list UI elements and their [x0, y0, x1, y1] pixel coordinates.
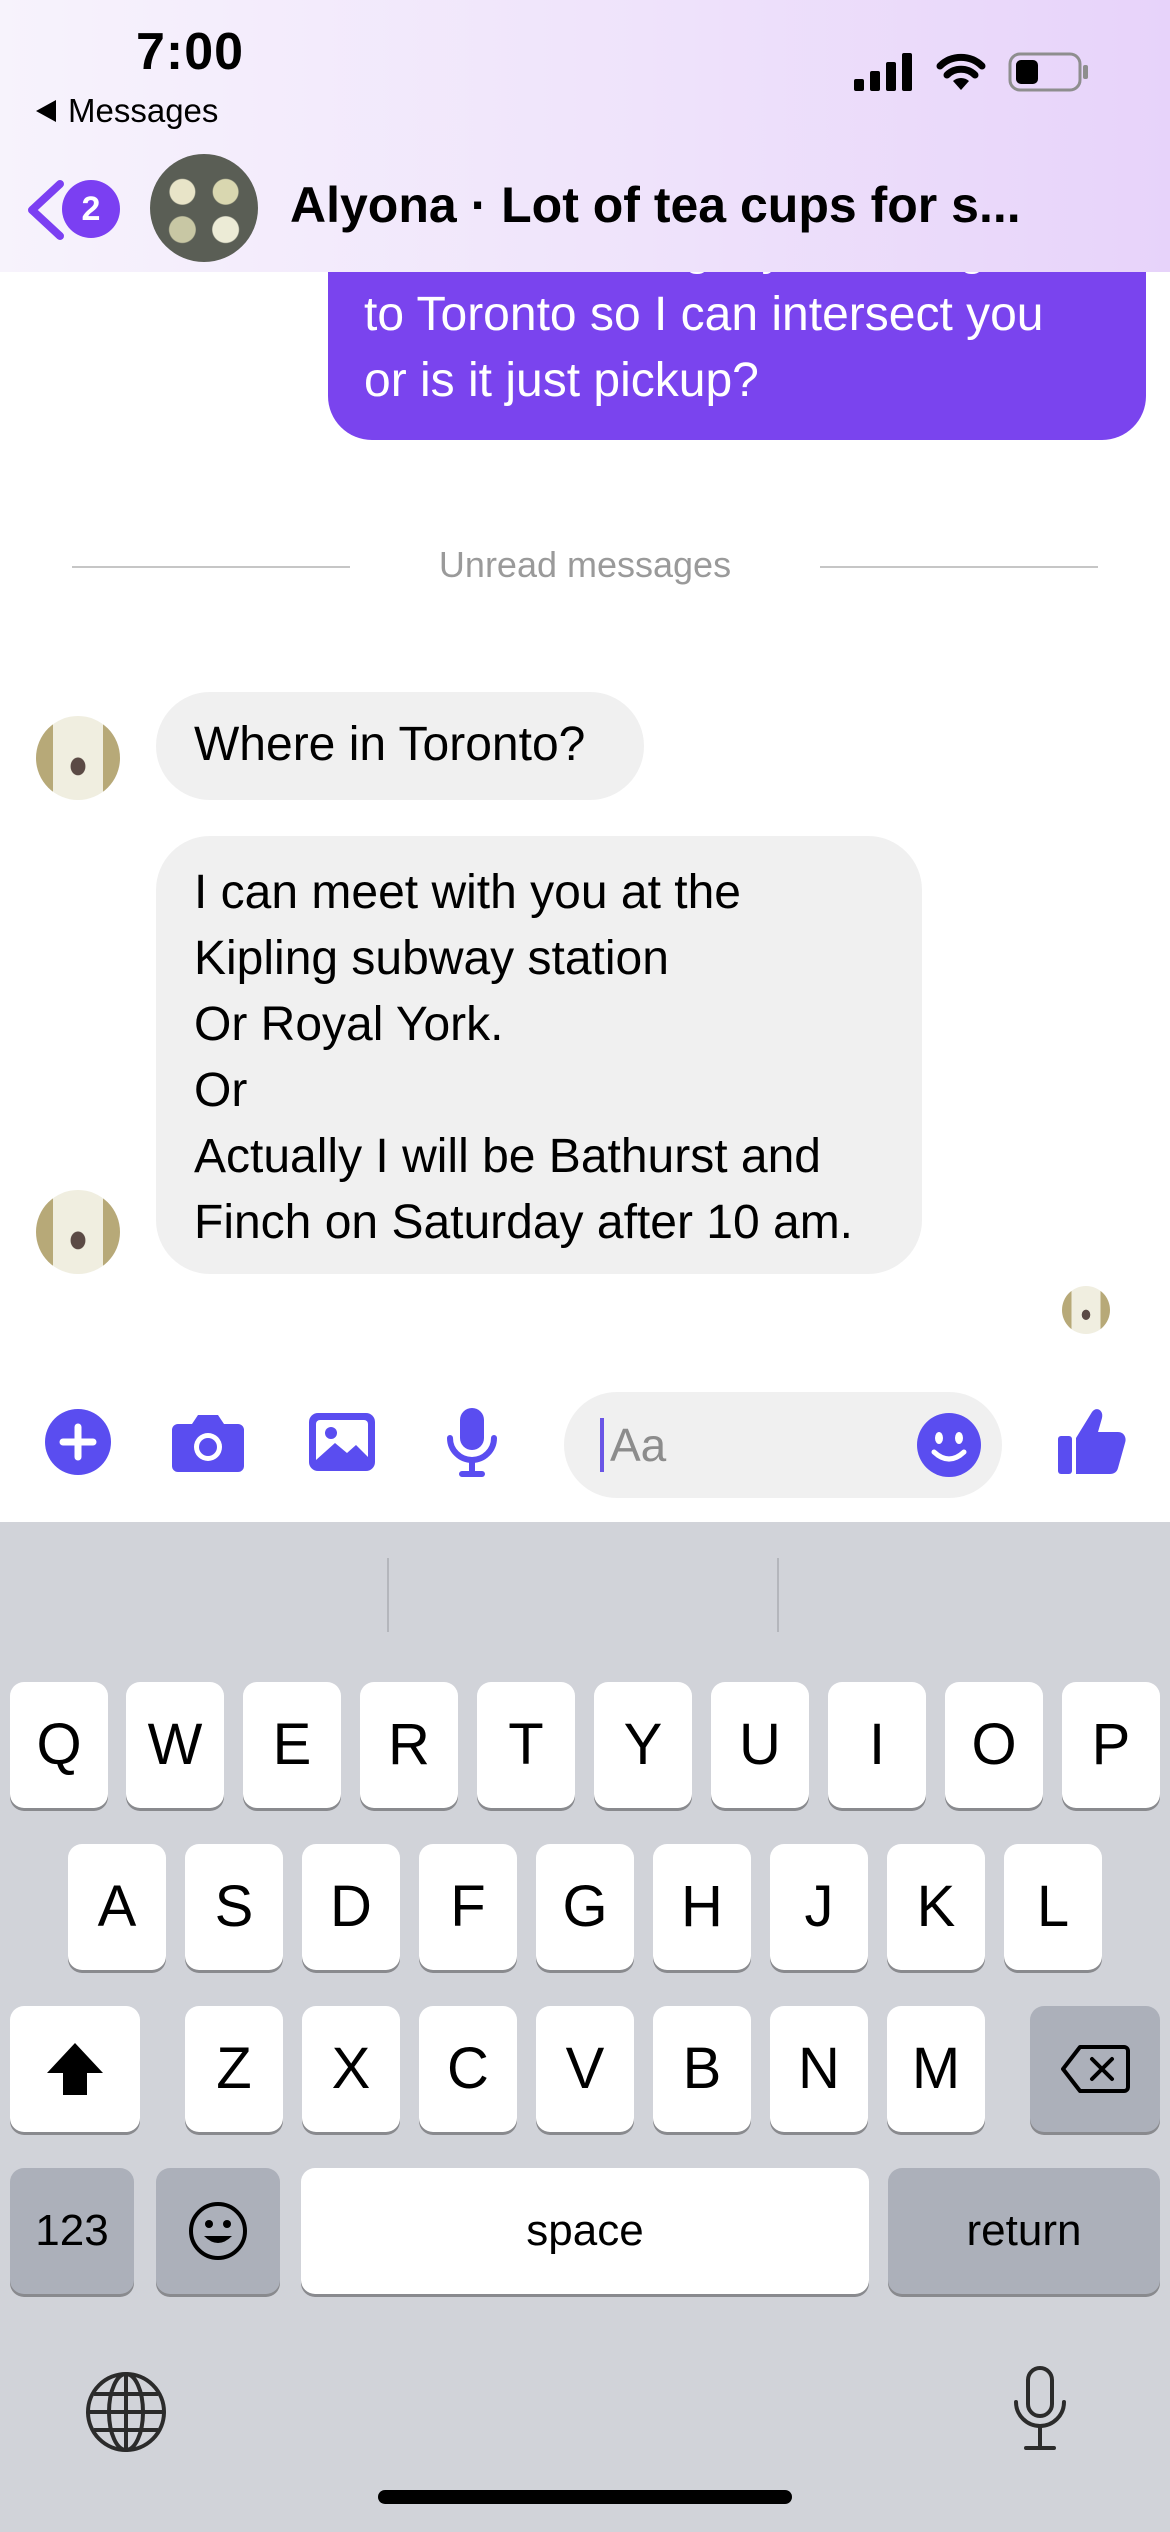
thread-avatar[interactable] — [150, 154, 258, 262]
divider-line — [820, 566, 1098, 568]
text-caret — [600, 1418, 604, 1472]
outgoing-line: to Toronto so I can intersect you — [364, 288, 1044, 341]
outgoing-line: or is it just pickup? — [364, 354, 759, 407]
key-x[interactable]: X — [302, 2006, 400, 2132]
prediction-divider — [777, 1558, 779, 1632]
dictation-icon[interactable] — [1008, 2364, 1072, 2454]
key-i[interactable]: I — [828, 1682, 926, 1808]
key-g[interactable]: G — [536, 1844, 634, 1970]
signal-icon — [854, 53, 912, 91]
battery-icon — [1008, 52, 1088, 92]
back-app-label: Messages — [68, 92, 219, 129]
emoji-keyboard-icon — [189, 2202, 247, 2260]
incoming-message-line: Finch on Saturday after 10 am. — [194, 1196, 854, 1249]
voice-message-button[interactable] — [434, 1404, 510, 1480]
key-k[interactable]: K — [887, 1844, 985, 1970]
status-time: 7:00 — [136, 23, 245, 81]
key-z[interactable]: Z — [185, 2006, 283, 2132]
emoji-icon[interactable] — [916, 1412, 982, 1478]
key-v[interactable]: V — [536, 2006, 634, 2132]
camera-button[interactable] — [170, 1404, 246, 1480]
microphone-icon — [447, 1408, 497, 1477]
incoming-message-line: Actually I will be Bathurst and — [194, 1130, 821, 1183]
key-o[interactable]: O — [945, 1682, 1043, 1808]
unread-divider-label: Unread messages — [438, 544, 732, 585]
incoming-message-text: Where in Toronto? — [194, 718, 586, 771]
key-e[interactable]: E — [243, 1682, 341, 1808]
emoji-keyboard-key[interactable] — [156, 2168, 280, 2294]
numbers-key[interactable]: 123 — [10, 2168, 134, 2294]
key-n[interactable]: N — [770, 2006, 868, 2132]
key-h[interactable]: H — [653, 1844, 751, 1970]
shift-icon — [47, 2043, 103, 2095]
gallery-icon — [309, 1413, 375, 1471]
key-y[interactable]: Y — [594, 1682, 692, 1808]
wifi-icon — [936, 53, 986, 90]
key-m[interactable]: M — [887, 2006, 985, 2132]
unread-count-badge[interactable]: 2 — [62, 180, 120, 238]
message-input[interactable]: Aa — [564, 1392, 1002, 1498]
key-j[interactable]: J — [770, 1844, 868, 1970]
conversation-header: 7:00 Messages 2 Alyona · Lot of tea cups… — [0, 0, 1170, 272]
return-key[interactable]: return — [888, 2168, 1160, 2294]
key-t[interactable]: T — [477, 1682, 575, 1808]
globe-icon[interactable] — [84, 2370, 168, 2454]
back-triangle-icon — [36, 100, 56, 122]
key-p[interactable]: P — [1062, 1682, 1160, 1808]
key-r[interactable]: R — [360, 1682, 458, 1808]
key-a[interactable]: A — [68, 1844, 166, 1970]
gallery-button[interactable] — [304, 1404, 380, 1480]
delete-key[interactable] — [1030, 2006, 1160, 2132]
thread-title[interactable]: Alyona · Lot of tea cups for s... — [290, 176, 1150, 234]
back-chevron-icon[interactable] — [22, 178, 66, 242]
incoming-message-line: Or — [194, 1064, 248, 1117]
unread-divider: Unread messages — [72, 544, 1098, 585]
plus-button[interactable] — [40, 1404, 116, 1480]
key-d[interactable]: D — [302, 1844, 400, 1970]
key-l[interactable]: L — [1004, 1844, 1102, 1970]
incoming-message-bubble[interactable]: Where in Toronto? — [156, 692, 644, 800]
message-input-placeholder: Aa — [610, 1419, 667, 1471]
sender-avatar[interactable] — [36, 716, 120, 800]
key-u[interactable]: U — [711, 1682, 809, 1808]
key-s[interactable]: S — [185, 1844, 283, 1970]
space-key[interactable]: space — [301, 2168, 869, 2294]
incoming-message-line: Kipling subway station — [194, 932, 669, 985]
prediction-divider — [387, 1558, 389, 1632]
seen-receipt-avatar — [1062, 1286, 1110, 1334]
key-f[interactable]: F — [419, 1844, 517, 1970]
home-indicator[interactable] — [378, 2490, 792, 2504]
plus-icon — [45, 1409, 111, 1475]
incoming-message-line: I can meet with you at the — [194, 866, 741, 919]
key-c[interactable]: C — [419, 2006, 517, 2132]
incoming-message-bubble[interactable]: I can meet with you at the Kipling subwa… — [156, 836, 922, 1274]
camera-icon — [172, 1415, 244, 1472]
like-button[interactable] — [1054, 1404, 1130, 1480]
incoming-message-line: Or Royal York. — [194, 998, 504, 1051]
key-q[interactable]: Q — [10, 1682, 108, 1808]
key-b[interactable]: B — [653, 2006, 751, 2132]
sender-avatar[interactable] — [36, 1190, 120, 1274]
delete-icon — [1061, 2045, 1130, 2093]
shift-key[interactable] — [10, 2006, 140, 2132]
thumbs-up-icon — [1058, 1409, 1126, 1474]
keyboard: Q W E R T Y U I O P A S D F G H J K L Z … — [0, 1522, 1170, 2532]
key-w[interactable]: W — [126, 1682, 224, 1808]
back-to-messages-link[interactable]: Messages — [36, 92, 218, 130]
status-icons — [854, 52, 1090, 92]
